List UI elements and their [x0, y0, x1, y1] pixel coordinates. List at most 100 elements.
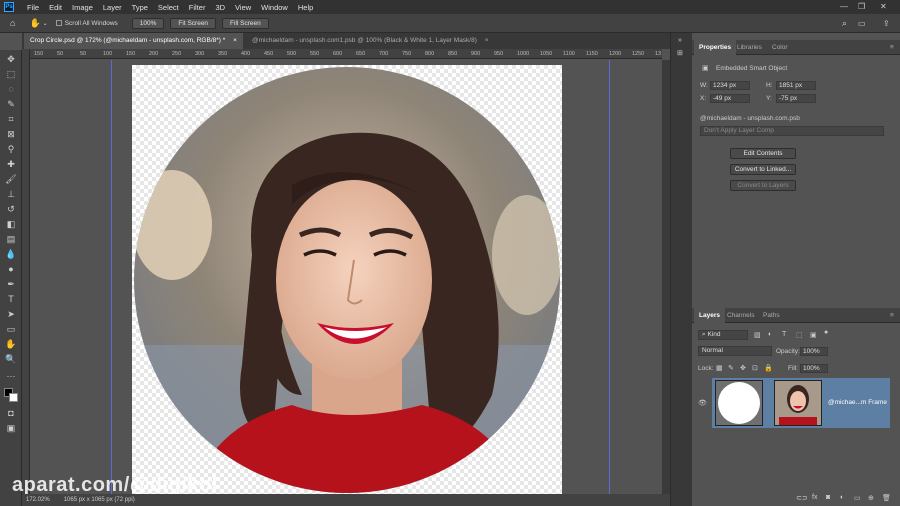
stamp-tool-icon[interactable]: ⊥: [5, 188, 17, 200]
eraser-tool-icon[interactable]: ◧: [5, 218, 17, 230]
workspace-icon[interactable]: ▭: [858, 19, 866, 28]
gradient-tool-icon[interactable]: ▤: [5, 233, 17, 245]
zoom-100-button[interactable]: 100%: [131, 17, 165, 29]
chevron-down-icon[interactable]: ⌄: [43, 20, 48, 27]
circle-photo[interactable]: [132, 65, 562, 494]
panel-menu-icon[interactable]: ≡: [885, 40, 899, 55]
layer-row-selected[interactable]: @michae...m Frame: [712, 378, 890, 428]
tab-libraries[interactable]: Libraries: [732, 40, 767, 55]
lock-pixels-icon[interactable]: ✎: [728, 364, 734, 372]
convert-to-linked-button[interactable]: Convert to Linked...: [730, 164, 796, 175]
fx-icon[interactable]: fx: [812, 494, 817, 501]
lasso-tool-icon[interactable]: ◌: [5, 83, 17, 95]
layer-thumbnail[interactable]: [774, 380, 822, 426]
layer-name[interactable]: @michae...m Frame: [828, 399, 887, 406]
menu-3d[interactable]: 3D: [210, 3, 230, 12]
visibility-eye-icon[interactable]: 👁: [698, 399, 707, 407]
background-color-swatch[interactable]: [9, 393, 18, 402]
link-layers-icon[interactable]: ⊂⊃: [796, 494, 808, 502]
path-select-tool-icon[interactable]: ➤: [5, 308, 17, 320]
convert-to-layers-button[interactable]: Convert to Layers: [730, 180, 796, 191]
opacity-field[interactable]: 100%: [800, 347, 828, 356]
share-icon[interactable]: ⇪: [883, 19, 890, 28]
shape-filter-icon[interactable]: ⬚: [796, 331, 803, 339]
screen-mode-icon[interactable]: ▣: [5, 422, 17, 434]
home-icon[interactable]: ⌂: [10, 18, 15, 28]
move-tool-icon[interactable]: ✥: [5, 53, 17, 65]
collapse-icon[interactable]: »: [678, 37, 682, 44]
healing-tool-icon[interactable]: ✚: [5, 158, 17, 170]
history-brush-tool-icon[interactable]: ↺: [5, 203, 17, 215]
lock-transparency-icon[interactable]: ▦: [716, 364, 723, 372]
menu-help[interactable]: Help: [293, 3, 318, 12]
canvas-area[interactable]: [30, 60, 662, 494]
close-tab-icon[interactable]: ×: [485, 37, 489, 44]
menu-file[interactable]: File: [22, 3, 44, 12]
edit-contents-button[interactable]: Edit Contents: [730, 148, 796, 159]
adjustment-layer-icon[interactable]: ◐: [840, 494, 844, 501]
menu-window[interactable]: Window: [256, 3, 293, 12]
shape-tool-icon[interactable]: ▭: [5, 323, 17, 335]
menu-layer[interactable]: Layer: [98, 3, 127, 12]
dodge-tool-icon[interactable]: ●: [5, 263, 17, 275]
x-field[interactable]: -49 px: [710, 94, 750, 103]
history-panel-icon[interactable]: ⊞: [677, 49, 683, 57]
menu-edit[interactable]: Edit: [44, 3, 67, 12]
tab-paths[interactable]: Paths: [758, 308, 785, 323]
tab-crop-circle[interactable]: Crop Circle.psd @ 172% (@michaeldam - un…: [24, 33, 243, 49]
add-mask-icon[interactable]: ◙: [826, 494, 830, 501]
fit-screen-button[interactable]: Fit Screen: [170, 17, 217, 29]
search-icon[interactable]: ⌕: [842, 18, 847, 29]
blur-tool-icon[interactable]: 💧: [5, 248, 17, 260]
layers-menu-icon[interactable]: ≡: [885, 308, 899, 323]
pixel-filter-icon[interactable]: ▧: [754, 331, 761, 339]
menu-select[interactable]: Select: [153, 3, 184, 12]
frame-tool-icon[interactable]: ⊠: [5, 128, 17, 140]
type-tool-icon[interactable]: T: [5, 293, 17, 305]
layer-comp-dropdown[interactable]: Don't Apply Layer Comp: [700, 126, 884, 136]
tab-color[interactable]: Color: [767, 40, 793, 55]
filter-kind-dropdown[interactable]: ⌕ Kind: [698, 330, 748, 340]
tab-properties[interactable]: Properties: [694, 40, 737, 55]
document-canvas[interactable]: [132, 65, 562, 494]
pen-tool-icon[interactable]: ✒: [5, 278, 17, 290]
lock-artboard-icon[interactable]: ⊡: [752, 364, 758, 372]
quick-select-tool-icon[interactable]: ✎: [5, 98, 17, 110]
y-field[interactable]: -75 px: [776, 94, 816, 103]
fill-field[interactable]: 100%: [800, 364, 828, 373]
more-tools-icon[interactable]: ···: [5, 370, 17, 382]
menu-filter[interactable]: Filter: [184, 3, 211, 12]
mask-thumbnail[interactable]: [715, 380, 763, 426]
tab-channels[interactable]: Channels: [722, 308, 759, 323]
fill-screen-button[interactable]: Fill Screen: [222, 17, 269, 29]
menu-type[interactable]: Type: [127, 3, 153, 12]
tab-layers[interactable]: Layers: [694, 308, 725, 323]
trash-icon[interactable]: 🗑: [882, 494, 891, 502]
minimize-icon[interactable]: —: [840, 2, 848, 11]
blend-mode-dropdown[interactable]: Normal: [698, 346, 772, 356]
eyedropper-tool-icon[interactable]: ⚲: [5, 143, 17, 155]
hand-tool-icon[interactable]: ✋: [29, 18, 40, 29]
hand-tool-icon[interactable]: ✋: [5, 338, 17, 350]
close-window-icon[interactable]: ✕: [880, 2, 887, 11]
vertical-scrollbar[interactable]: [662, 60, 670, 494]
zoom-readout[interactable]: 172.02%: [26, 497, 50, 503]
adjustment-filter-icon[interactable]: ◐: [768, 331, 772, 338]
close-tab-icon[interactable]: ×: [233, 37, 237, 44]
restore-icon[interactable]: ❐: [858, 2, 865, 11]
quick-mask-icon[interactable]: ◘: [5, 407, 17, 419]
marquee-tool-icon[interactable]: ⬚: [5, 68, 17, 80]
scroll-all-windows-checkbox[interactable]: [55, 20, 62, 26]
lock-position-icon[interactable]: ✥: [740, 364, 746, 372]
width-field[interactable]: 1234 px: [710, 81, 750, 90]
height-field[interactable]: 1851 px: [776, 81, 816, 90]
crop-tool-icon[interactable]: ⌗: [5, 113, 17, 125]
new-group-icon[interactable]: ▭: [854, 494, 861, 502]
zoom-tool-icon[interactable]: 🔍: [5, 353, 17, 365]
smart-filter-icon[interactable]: ▣: [810, 331, 817, 339]
lock-all-icon[interactable]: 🔒: [764, 364, 773, 372]
filter-toggle-icon[interactable]: ●: [824, 329, 828, 336]
menu-image[interactable]: Image: [67, 3, 98, 12]
new-layer-icon[interactable]: ⊕: [868, 494, 874, 502]
tab-unsplash-psb[interactable]: @michaeldam - unsplash.com1.psb @ 100% (…: [246, 33, 495, 49]
